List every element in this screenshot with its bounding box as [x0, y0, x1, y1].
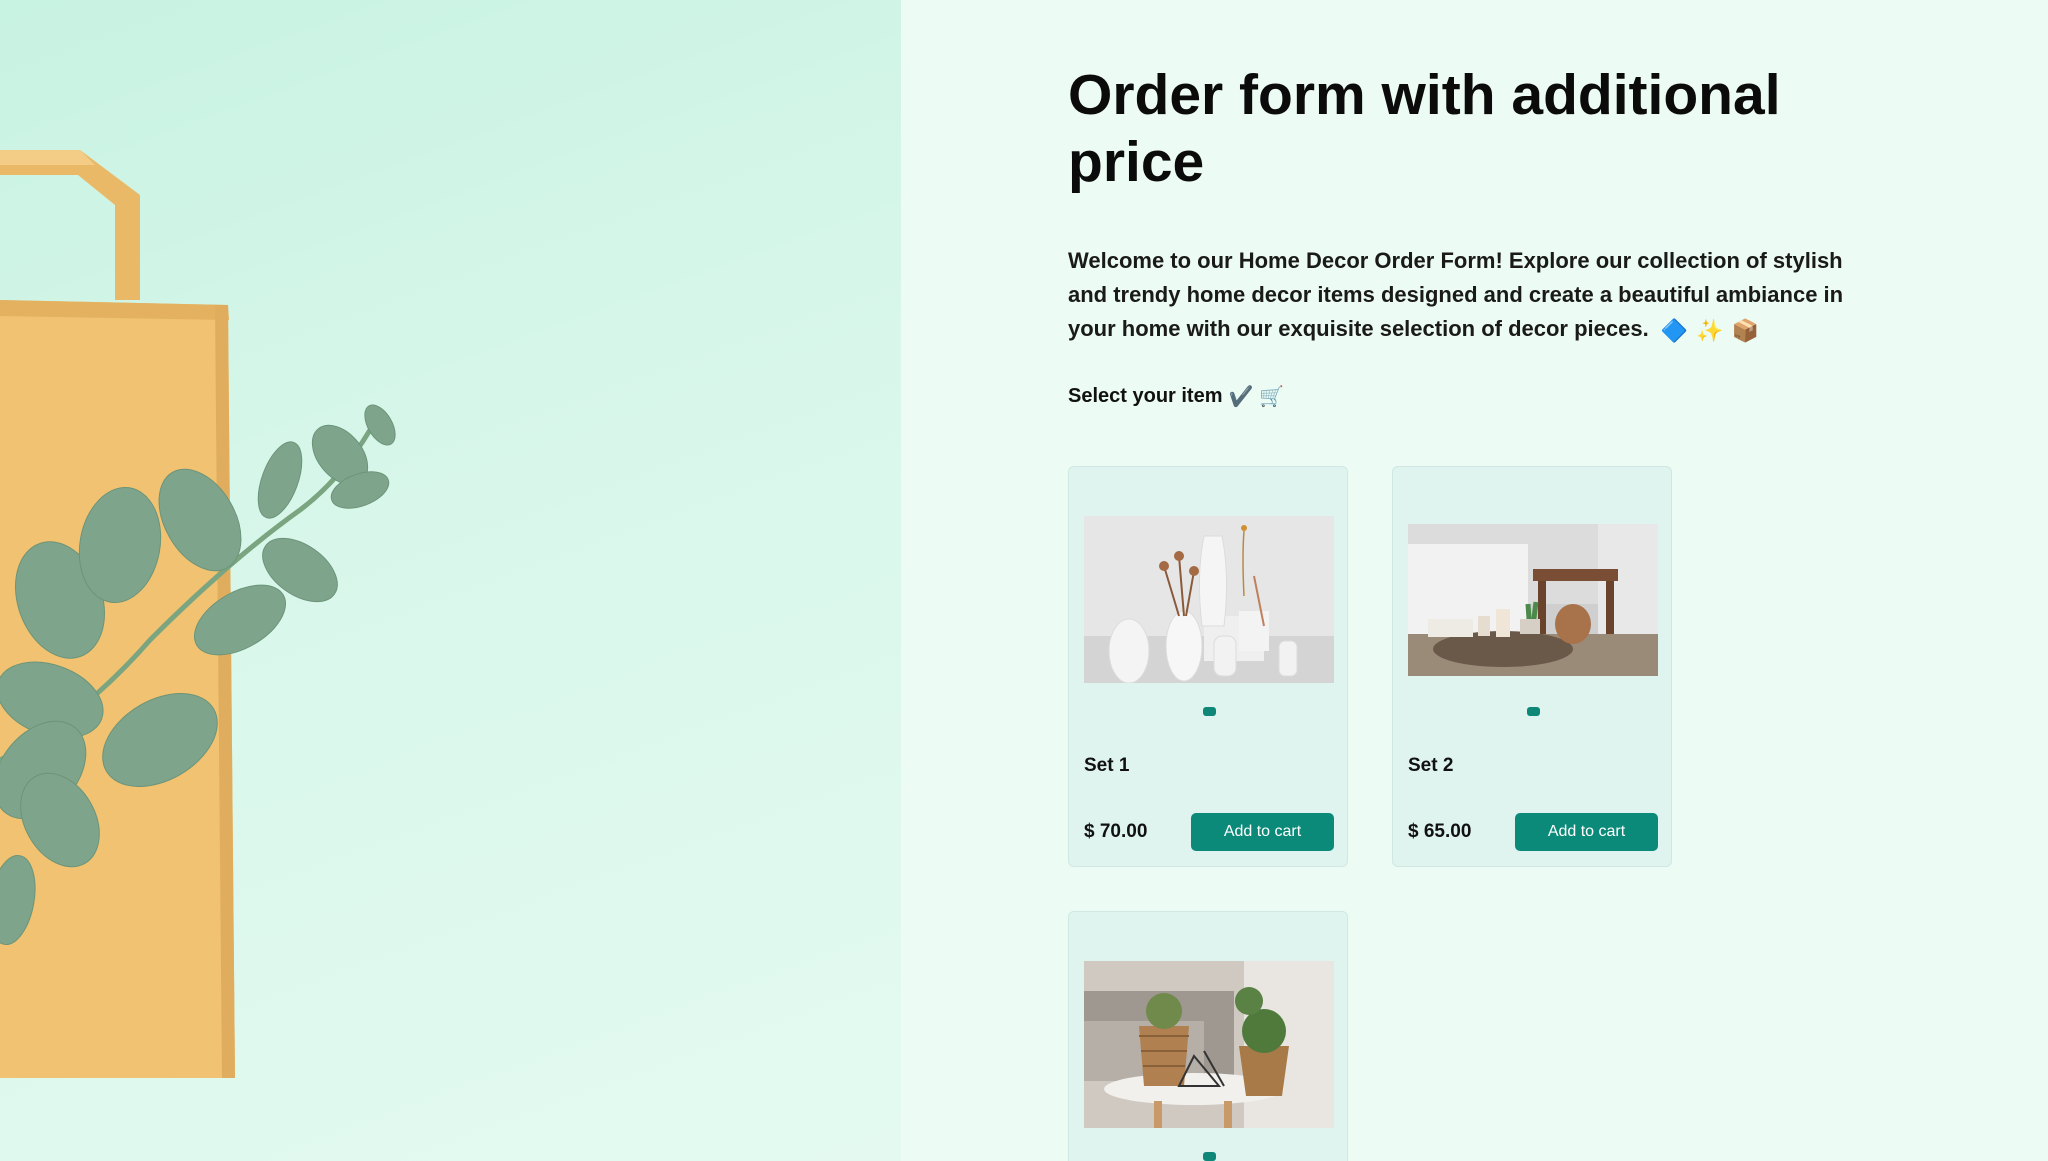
carousel-dot[interactable]: [1203, 1152, 1216, 1161]
product-name: Set 2: [1408, 755, 1454, 776]
add-to-cart-button[interactable]: Add to cart: [1515, 813, 1658, 851]
carousel-dot[interactable]: [1527, 707, 1540, 716]
sparkles-icon: ✨: [1696, 317, 1724, 343]
product-card: [1068, 911, 1348, 1161]
diamond-icon: 🔷: [1660, 317, 1689, 343]
select-label-text: Select your item: [1068, 385, 1223, 407]
wicker-planters-photo: [1084, 961, 1334, 1128]
page: Order form with additional price Welcome…: [0, 0, 2048, 1161]
intro-emojis: 🔷 ✨ 📦: [1661, 313, 1761, 348]
checkmark-icon: ✔️: [1228, 386, 1254, 408]
select-item-label: Select your item ✔️ 🛒: [1068, 384, 1284, 409]
product-card: Set 1 $ 70.00 Add to cart: [1068, 466, 1348, 867]
carousel-dot[interactable]: [1203, 707, 1216, 716]
cart-icon: 🛒: [1259, 386, 1285, 408]
page-title: Order form with additional price: [1068, 63, 1781, 194]
product-price: $ 65.00: [1408, 821, 1472, 842]
product-image: [1408, 524, 1658, 676]
product-image: [1084, 516, 1334, 683]
hero-image: [0, 0, 901, 1161]
white-vases-photo: [1084, 516, 1334, 683]
product-price: $ 70.00: [1084, 821, 1148, 842]
add-to-cart-button[interactable]: Add to cart: [1191, 813, 1334, 851]
bedroom-tray-photo: [1408, 524, 1658, 676]
package-icon: 📦: [1731, 317, 1760, 343]
product-image: [1084, 961, 1334, 1128]
product-card: Set 2 $ 65.00 Add to cart: [1392, 466, 1672, 867]
paper-bag-eucalyptus-illustration: [0, 150, 396, 1078]
product-name: Set 1: [1084, 755, 1130, 776]
form-intro: Welcome to our Home Decor Order Form! Ex…: [1068, 244, 1868, 348]
